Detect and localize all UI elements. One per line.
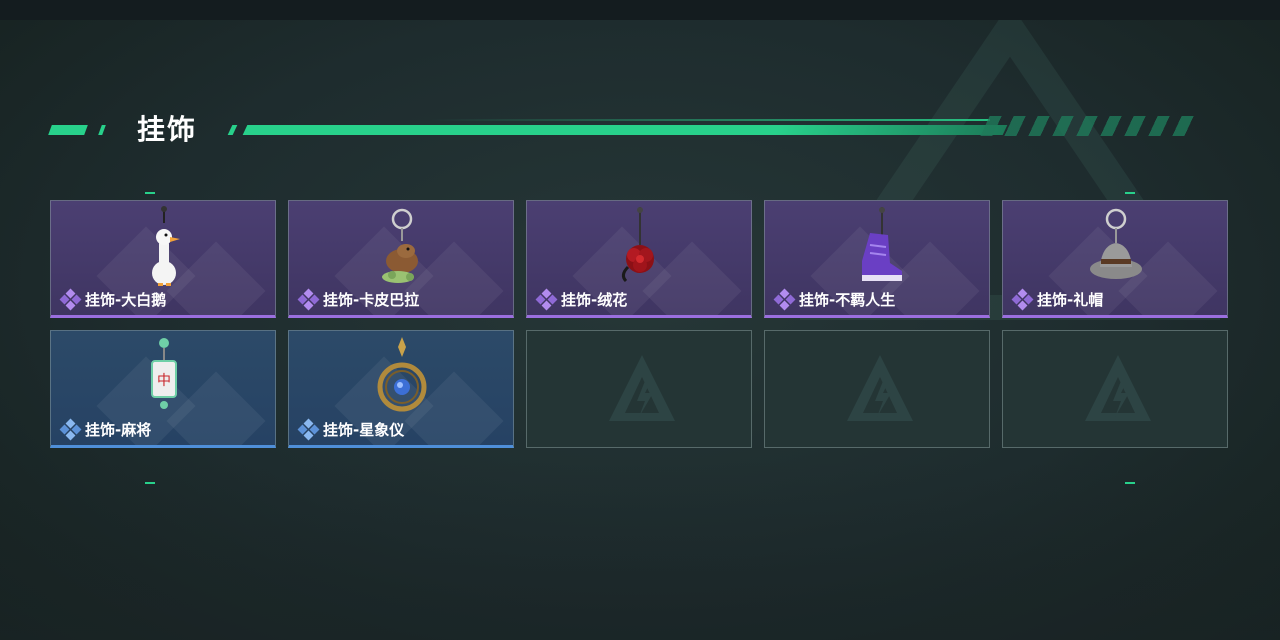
header-line-tick [227, 125, 238, 135]
header-thin-line [430, 119, 990, 121]
charm-name: 挂饰-星象仪 [323, 421, 405, 439]
header-checker-pattern [980, 116, 1205, 136]
astrolabe-charm-icon [377, 337, 427, 412]
charm-card-mahjong[interactable]: 中 挂饰-麻将 [50, 330, 276, 448]
empty-charm-slot [1002, 330, 1228, 448]
velvet-flower-charm-icon [621, 207, 654, 283]
charm-card-capybara[interactable]: 挂饰-卡皮巴拉 [288, 200, 514, 318]
rarity-purple-icon [1011, 288, 1034, 310]
card-label-row: 挂饰-大白鹅 [59, 288, 167, 310]
header-accent-bar [48, 125, 88, 135]
charm-name: 挂饰-绒花 [561, 291, 628, 309]
fedora-charm-icon [1090, 208, 1142, 279]
card-label-row: 挂饰-卡皮巴拉 [297, 288, 420, 310]
corner-tick-bottom-right [1125, 482, 1135, 484]
card-label-row: 挂饰-麻将 [59, 418, 152, 440]
charm-card-sneaker[interactable]: 挂饰-不羁人生 [764, 200, 990, 318]
charm-card-astrolabe[interactable]: 挂饰-星象仪 [288, 330, 514, 448]
rarity-blue-icon [59, 418, 82, 440]
card-label-row: 挂饰-绒花 [535, 288, 628, 310]
top-bar [0, 0, 1280, 20]
charm-name: 挂饰-大白鹅 [85, 291, 167, 309]
charm-name: 挂饰-卡皮巴拉 [323, 291, 420, 309]
charm-card-velvet-flower[interactable]: 挂饰-绒花 [526, 200, 752, 318]
svg-text:中: 中 [157, 373, 171, 389]
section-title: 挂饰 [137, 113, 198, 146]
empty-charm-slot [526, 330, 752, 448]
empty-slot-logo-icon [609, 355, 675, 421]
card-label-row: 挂饰-星象仪 [297, 418, 405, 440]
capybara-charm-icon [382, 208, 418, 283]
corner-tick-top-left [145, 192, 155, 194]
rarity-purple-icon [773, 288, 796, 310]
charm-collection-screen: 挂饰 挂饰-大白鹅 挂饰-卡皮巴拉 挂饰-绒花 挂饰-不羁人生 挂饰-礼帽 中 … [0, 0, 1280, 640]
goose-charm-icon [152, 206, 180, 286]
card-label-row: 挂饰-礼帽 [1011, 288, 1104, 310]
charm-card-goose[interactable]: 挂饰-大白鹅 [50, 200, 276, 318]
corner-tick-bottom-left [145, 482, 155, 484]
charm-name: 挂饰-麻将 [85, 421, 152, 439]
header-line [242, 125, 1008, 135]
empty-charm-slot [764, 330, 990, 448]
empty-slot-logo-icon [847, 355, 913, 421]
mahjong-charm-icon: 中 [151, 338, 177, 409]
rarity-blue-icon [297, 418, 320, 440]
rarity-purple-icon [59, 288, 82, 310]
sneaker-charm-icon [862, 207, 902, 281]
card-label-row: 挂饰-不羁人生 [773, 288, 896, 310]
rarity-purple-icon [535, 288, 558, 310]
charm-card-fedora[interactable]: 挂饰-礼帽 [1002, 200, 1228, 318]
header-accent-tick [98, 125, 106, 135]
rarity-purple-icon [297, 288, 320, 310]
empty-slot-logo-icon [1085, 355, 1151, 421]
charm-name: 挂饰-礼帽 [1037, 291, 1104, 309]
charm-name: 挂饰-不羁人生 [799, 291, 896, 309]
background-fog [0, 460, 1280, 640]
charm-grid: 挂饰-大白鹅 挂饰-卡皮巴拉 挂饰-绒花 挂饰-不羁人生 挂饰-礼帽 中 挂饰-… [50, 200, 1230, 450]
corner-tick-top-right [1125, 192, 1135, 194]
